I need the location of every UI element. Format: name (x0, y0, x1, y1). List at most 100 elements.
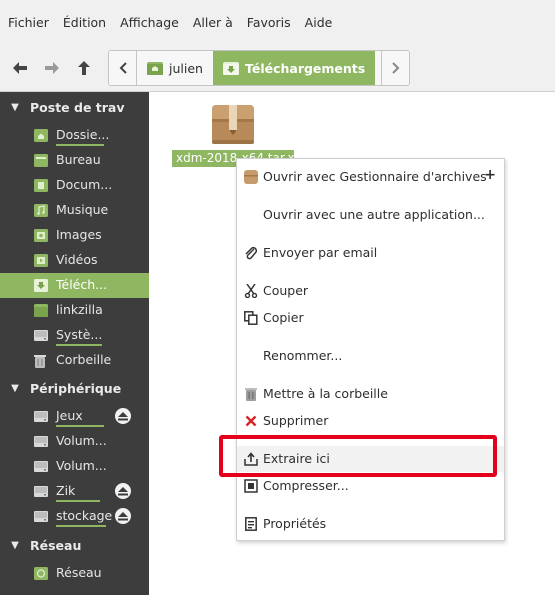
menu-item-properties[interactable]: Propriétés (237, 511, 504, 537)
sidebar-item-jeux[interactable]: Jeux (0, 404, 149, 429)
sidebar-item-reseau[interactable]: Réseau (0, 561, 149, 586)
chevron-left-icon (119, 62, 127, 74)
section-label: Poste de trav (30, 99, 125, 115)
delete-x-icon (244, 414, 258, 428)
eject-icon (118, 486, 128, 495)
menu-item-send-email[interactable]: Envoyer par email (237, 240, 504, 266)
context-menu: Ouvrir avec Gestionnaire d'archives + Ou… (236, 158, 505, 541)
highlight-annotation-box (219, 435, 497, 477)
sidebar-item-label: stockage (56, 508, 113, 523)
sidebar-item-bureau[interactable]: Bureau (0, 148, 149, 173)
usage-bar (56, 500, 100, 502)
collapse-triangle-icon: ▼ (11, 382, 19, 394)
drive-icon (34, 411, 48, 422)
scissors-icon (244, 284, 258, 298)
collapse-triangle-icon: ▼ (11, 101, 19, 113)
sidebar-section-devices[interactable]: ▼ Périphérique (0, 376, 149, 400)
menu-favoris[interactable]: Favoris (240, 13, 298, 33)
arrow-left-icon (13, 62, 27, 74)
sidebar-item-label: Systè... (56, 327, 103, 342)
sidebar-item-videos[interactable]: Vidéos (0, 248, 149, 273)
crumb-telechargements[interactable]: Téléchargements (212, 51, 376, 85)
menu-item-open-archive-manager[interactable]: Ouvrir avec Gestionnaire d'archives + (237, 164, 504, 190)
sidebar-item-systeme[interactable]: Systè... (0, 323, 149, 348)
eject-button[interactable] (115, 508, 131, 524)
sidebar-item-label: Images (56, 227, 102, 242)
sidebar-item-label: Docum... (56, 177, 113, 192)
sidebar-item-label: Volum... (56, 458, 107, 473)
usage-bar (56, 425, 104, 427)
usage-bar (56, 344, 102, 346)
desktop-folder-icon (34, 154, 48, 167)
sidebar-item-label: linkzilla (56, 302, 103, 317)
sidebar-item-stockage[interactable]: stockage (0, 504, 149, 529)
sidebar-item-corbeille[interactable]: Corbeille (0, 348, 149, 373)
up-button[interactable] (70, 54, 98, 82)
back-button[interactable] (6, 54, 34, 82)
properties-icon (244, 517, 258, 531)
sidebar-item-zik[interactable]: Zik (0, 479, 149, 504)
sidebar-item-volume-2[interactable]: Volum... (0, 454, 149, 479)
menu-item-delete[interactable]: Supprimer (237, 408, 504, 434)
sidebar: ▼ Poste de trav Dossie... Bureau Docum..… (0, 92, 149, 595)
pictures-folder-icon (34, 229, 48, 242)
sidebar-item-dossier-personnel[interactable]: Dossie... (0, 123, 149, 148)
menu-item-label: Ouvrir avec Gestionnaire d'archives (263, 169, 487, 184)
archive-package-icon[interactable] (211, 102, 255, 146)
menu-fichier[interactable]: Fichier (1, 13, 56, 33)
downloads-folder-icon (34, 279, 48, 292)
menu-item-move-to-trash[interactable]: Mettre à la corbeille (237, 381, 504, 407)
drive-icon (34, 330, 48, 341)
sidebar-item-label: Dossie... (56, 127, 110, 142)
crumb-julien[interactable]: julien (137, 51, 213, 85)
path-scroll-right-button[interactable] (381, 51, 409, 85)
menu-aide[interactable]: Aide (298, 13, 340, 33)
eject-icon (118, 411, 128, 420)
eject-button[interactable] (115, 483, 131, 499)
sidebar-item-label: Volum... (56, 433, 107, 448)
menu-item-copy[interactable]: Copier (237, 305, 504, 331)
trash-icon (34, 355, 46, 368)
sidebar-section-computer[interactable]: ▼ Poste de trav (0, 95, 149, 119)
sidebar-item-images[interactable]: Images (0, 223, 149, 248)
path-scroll-left-button[interactable] (109, 51, 137, 85)
compress-icon (244, 479, 258, 493)
menu-item-open-with-other[interactable]: Ouvrir avec une autre application... (237, 202, 504, 228)
menu-item-label: Renommer... (263, 348, 343, 363)
arrow-right-icon (45, 62, 59, 74)
drive-icon (34, 436, 48, 447)
sidebar-item-label: Corbeille (56, 352, 112, 367)
chevron-right-icon (391, 62, 399, 74)
documents-folder-icon (34, 179, 48, 192)
menu-edition[interactable]: Édition (56, 13, 113, 33)
sidebar-item-documents[interactable]: Docum... (0, 173, 149, 198)
videos-folder-icon (34, 254, 48, 267)
sidebar-item-label: Zik (56, 483, 76, 498)
sidebar-item-label: Bureau (56, 152, 101, 167)
sidebar-item-label: Musique (56, 202, 109, 217)
sidebar-item-musique[interactable]: Musique (0, 198, 149, 223)
crumb-label: julien (169, 60, 203, 76)
menu-item-label: Supprimer (263, 413, 329, 428)
eject-button[interactable] (115, 408, 131, 424)
usage-bar (56, 144, 104, 146)
toolbar: julien Téléchargements (0, 46, 555, 92)
drive-icon (34, 511, 48, 522)
home-folder-icon (34, 129, 48, 142)
collapse-triangle-icon: ▼ (11, 539, 19, 551)
sidebar-item-linkzilla[interactable]: linkzilla (0, 298, 149, 323)
forward-button[interactable] (38, 54, 66, 82)
menu-item-cut[interactable]: Couper (237, 278, 504, 304)
eject-icon (118, 511, 128, 520)
sidebar-item-telechargements[interactable]: Téléch... (0, 273, 149, 298)
crumb-label: Téléchargements (244, 60, 366, 76)
menu-aller-a[interactable]: Aller à (186, 13, 240, 33)
menu-item-label: Mettre à la corbeille (263, 386, 388, 401)
music-folder-icon (34, 204, 48, 217)
menu-affichage[interactable]: Affichage (113, 13, 186, 33)
sidebar-item-label: Vidéos (56, 252, 98, 267)
menu-item-rename[interactable]: Renommer... (237, 343, 504, 369)
menu-item-label: Ouvrir avec une autre application... (263, 207, 485, 222)
sidebar-section-network[interactable]: ▼ Réseau (0, 533, 149, 557)
sidebar-item-volume-1[interactable]: Volum... (0, 429, 149, 454)
